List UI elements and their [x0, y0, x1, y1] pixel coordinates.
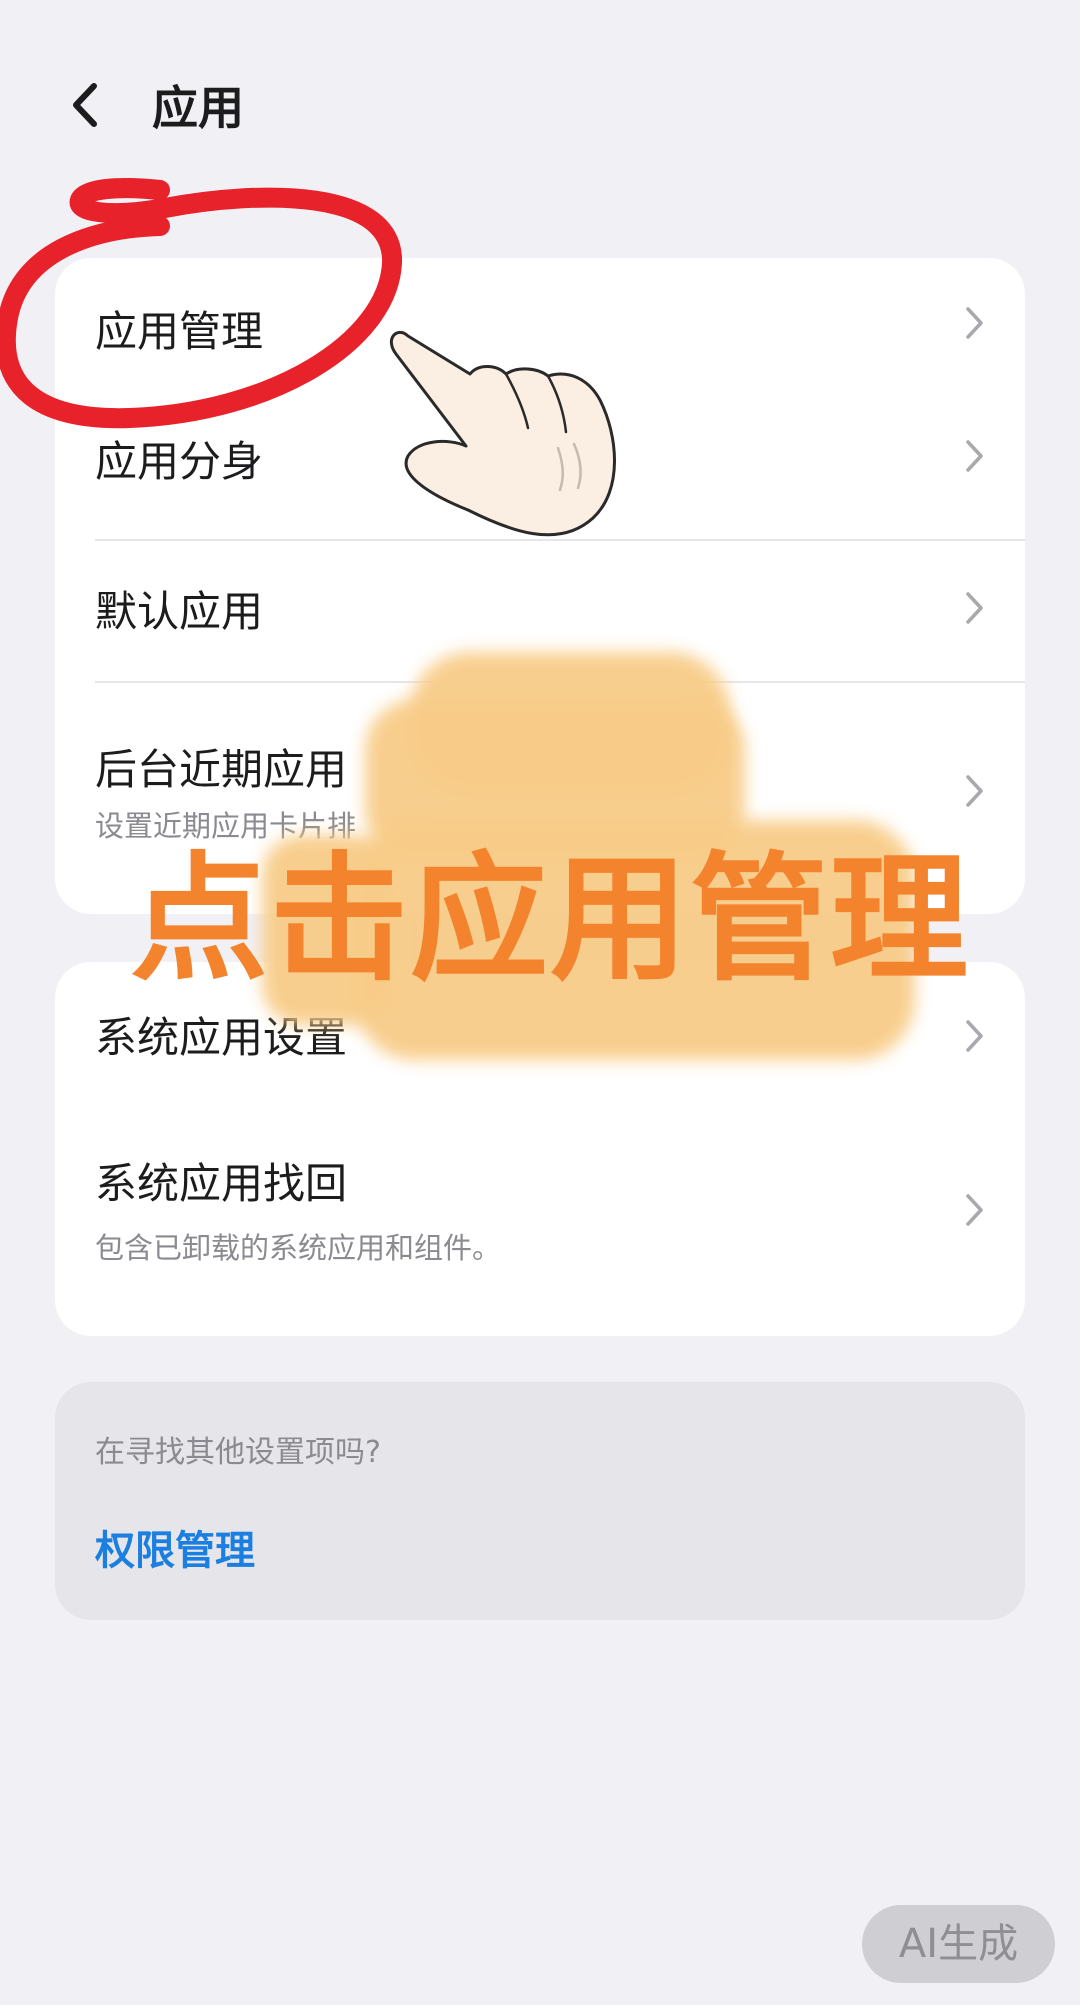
chevron-right-icon	[966, 592, 983, 624]
chevron-right-icon	[966, 1020, 983, 1052]
row-label: 后台近期应用	[95, 745, 348, 794]
row-label: 系统应用找回	[95, 1159, 348, 1208]
chevron-right-icon	[966, 307, 983, 339]
row-app-clone[interactable]: 应用分身	[55, 388, 1025, 528]
row-label: 系统应用设置	[95, 1013, 348, 1062]
permission-management-link[interactable]: 权限管理	[95, 1524, 255, 1578]
row-subtitle: 设置近期应用卡片排	[95, 809, 357, 843]
row-label: 默认应用	[95, 587, 264, 636]
chevron-left-icon	[73, 83, 97, 127]
suggestion-card: 在寻找其他设置项吗? 权限管理	[55, 1382, 1025, 1620]
back-button[interactable]	[55, 70, 115, 140]
chevron-right-icon	[966, 1194, 983, 1226]
app-header: 应用	[0, 0, 1080, 215]
row-system-app-settings[interactable]: 系统应用设置	[55, 962, 1025, 1112]
row-label: 应用分身	[95, 437, 264, 486]
row-recent-background-apps-content[interactable]: 后台近期应用 设置近期应用卡片排	[55, 728, 1025, 858]
row-app-management[interactable]: 应用管理	[55, 258, 1025, 388]
row-system-app-recovery[interactable]: 系统应用找回 包含已卸载的系统应用和组件。	[55, 1112, 1025, 1336]
chevron-right-icon	[966, 775, 983, 807]
page-title: 应用	[152, 81, 244, 135]
chevron-right-icon	[966, 440, 983, 472]
row-subtitle: 包含已卸载的系统应用和组件。	[95, 1231, 502, 1265]
ai-generated-badge: AI生成	[862, 1905, 1055, 1983]
suggestion-question: 在寻找其他设置项吗?	[95, 1435, 381, 1470]
row-label: 应用管理	[95, 307, 264, 356]
system-apps-card: 系统应用设置 系统应用找回 包含已卸载的系统应用和组件。	[55, 962, 1025, 1336]
row-default-apps[interactable]: 默认应用	[55, 540, 1025, 680]
